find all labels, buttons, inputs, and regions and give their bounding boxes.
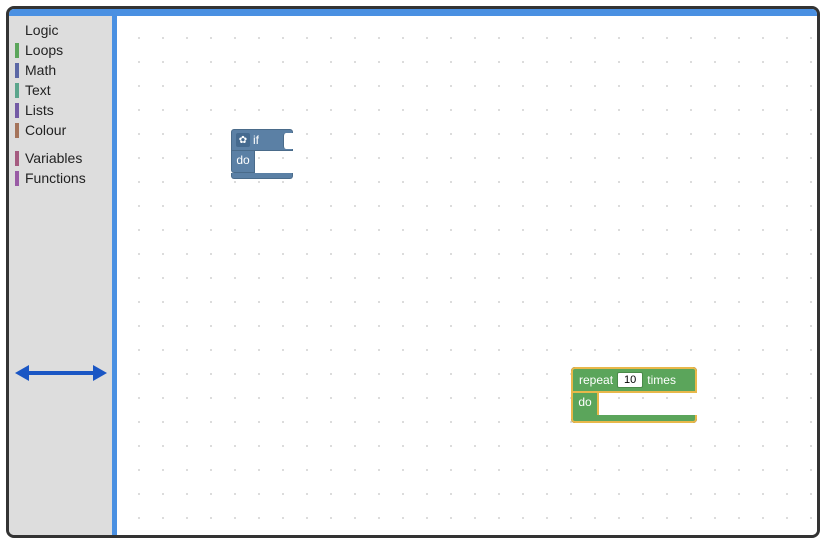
toolbox-category-lists[interactable]: Lists <box>9 100 117 120</box>
toolbox-label: Lists <box>25 101 54 119</box>
value-input-notch[interactable] <box>283 133 293 149</box>
toolbox-category-loops[interactable]: Loops <box>9 40 117 60</box>
repeat-block-header[interactable]: repeat 10 times <box>571 367 697 393</box>
gear-icon[interactable]: ✿ <box>236 133 250 147</box>
toolbox-category-functions[interactable]: Functions <box>9 168 117 188</box>
if-block[interactable]: ✿ if do <box>231 129 293 179</box>
swatch-icon <box>15 23 19 38</box>
times-keyword: times <box>647 373 676 387</box>
repeat-count-input[interactable]: 10 <box>617 372 643 388</box>
top-bar <box>9 9 817 16</box>
toolbox-category-variables[interactable]: Variables <box>9 148 117 168</box>
do-keyword: do <box>236 153 249 167</box>
if-block-arm: do <box>231 151 255 173</box>
workspace-canvas[interactable]: ✿ if do repeat 10 times <box>117 16 817 535</box>
swatch-icon <box>15 151 19 166</box>
repeat-block-arm: do <box>571 393 599 415</box>
content-area: Logic Loops Math Text Lists Colour <box>9 16 817 535</box>
swatch-icon <box>15 171 19 186</box>
swatch-icon <box>15 63 19 78</box>
toolbox-category-colour[interactable]: Colour <box>9 120 117 140</box>
toolbox-category-math[interactable]: Math <box>9 60 117 80</box>
repeat-keyword: repeat <box>579 373 613 387</box>
swatch-icon <box>15 103 19 118</box>
toolbox-label: Text <box>25 81 51 99</box>
do-keyword: do <box>578 395 591 409</box>
toolbox-label: Variables <box>25 149 82 167</box>
toolbox-label: Loops <box>25 41 63 59</box>
repeat-block[interactable]: repeat 10 times do <box>571 367 697 423</box>
toolbox-panel: Logic Loops Math Text Lists Colour <box>9 16 117 535</box>
if-block-header[interactable]: ✿ if <box>231 129 293 151</box>
toolbox-label: Colour <box>25 121 66 139</box>
swatch-icon <box>15 43 19 58</box>
toolbox-label: Functions <box>25 169 86 187</box>
toolbox-label: Logic <box>25 21 58 39</box>
swatch-icon <box>15 83 19 98</box>
if-block-foot <box>231 173 293 179</box>
toolbox-category-logic[interactable]: Logic <box>9 20 117 40</box>
toolbox-label: Math <box>25 61 56 79</box>
if-keyword: if <box>253 133 259 147</box>
repeat-block-body: do <box>571 393 697 415</box>
toolbox-category-text[interactable]: Text <box>9 80 117 100</box>
app-frame: Logic Loops Math Text Lists Colour <box>6 6 820 538</box>
if-block-body: do <box>231 151 293 173</box>
swatch-icon <box>15 123 19 138</box>
repeat-block-foot <box>571 415 697 423</box>
toolbox-separator <box>9 140 117 148</box>
resize-handle-icon[interactable] <box>15 359 107 387</box>
